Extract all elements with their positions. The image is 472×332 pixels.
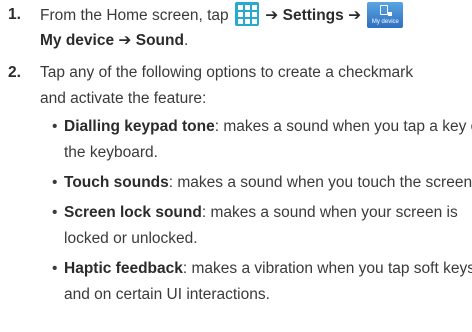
period: . (183, 32, 189, 49)
bullet-description-continued: the keyboard. (64, 144, 158, 161)
step-1-line-2: My device ➔ Sound. (40, 28, 468, 54)
step-1-line-1: From the Home screen, tap ➔ Settings ➔ M… (40, 2, 468, 28)
arrow-icon: ➔ (118, 32, 132, 49)
bullet-description: : makes a sound when you touch the scree… (168, 174, 472, 191)
bullet-text: Dialling keypad tone: makes a sound when… (64, 114, 472, 166)
bullet-icon: • (52, 174, 58, 191)
step-1-prefix: From the Home screen, tap (40, 7, 229, 24)
bullet-description-continued: locked or unlocked. (64, 230, 198, 247)
bullet-description: : makes a sound when you tap a key on (214, 118, 472, 135)
bullet-term: Screen lock sound (64, 204, 202, 221)
my-device-icon-caption: My device (371, 19, 399, 25)
bullet-description: : makes a sound when your screen is (201, 204, 458, 221)
settings-label: Settings (282, 7, 344, 24)
bullet-term: Touch sounds (64, 174, 169, 191)
bullet-text: Haptic feedback: makes a vibration when … (64, 256, 472, 308)
apps-grid-icon (234, 2, 259, 26)
step-2-text: Tap any of the following options to crea… (40, 60, 468, 112)
manual-page: 1. From the Home screen, tap ➔ Settings … (0, 0, 472, 332)
bullet-icon: • (52, 204, 58, 221)
bullet-icon: • (52, 118, 58, 135)
bullet-description: : makes a vibration when you tap soft ke… (182, 260, 472, 277)
my-device-label: My device (40, 32, 115, 49)
sound-label: Sound (135, 32, 184, 49)
arrow-icon: ➔ (265, 7, 279, 24)
step-2-line-1: Tap any of the following options to crea… (40, 64, 414, 81)
arrow-icon: ➔ (348, 7, 362, 24)
bullet-term: Haptic feedback (64, 260, 183, 277)
bullet-term: Dialling keypad tone (64, 118, 215, 135)
step-number: 2. (8, 64, 21, 81)
step-1-text: From the Home screen, tap ➔ Settings ➔ M… (40, 2, 468, 54)
step-2-line-2: and activate the feature: (40, 90, 207, 107)
bullet-description-continued: and on certain UI interactions. (64, 286, 270, 303)
bullet-icon: • (52, 260, 58, 277)
bullet-text: Touch sounds: makes a sound when you tou… (64, 170, 472, 196)
my-device-icon: My device (367, 2, 404, 28)
bullet-text: Screen lock sound: makes a sound when yo… (64, 200, 458, 252)
step-number: 1. (8, 6, 21, 23)
